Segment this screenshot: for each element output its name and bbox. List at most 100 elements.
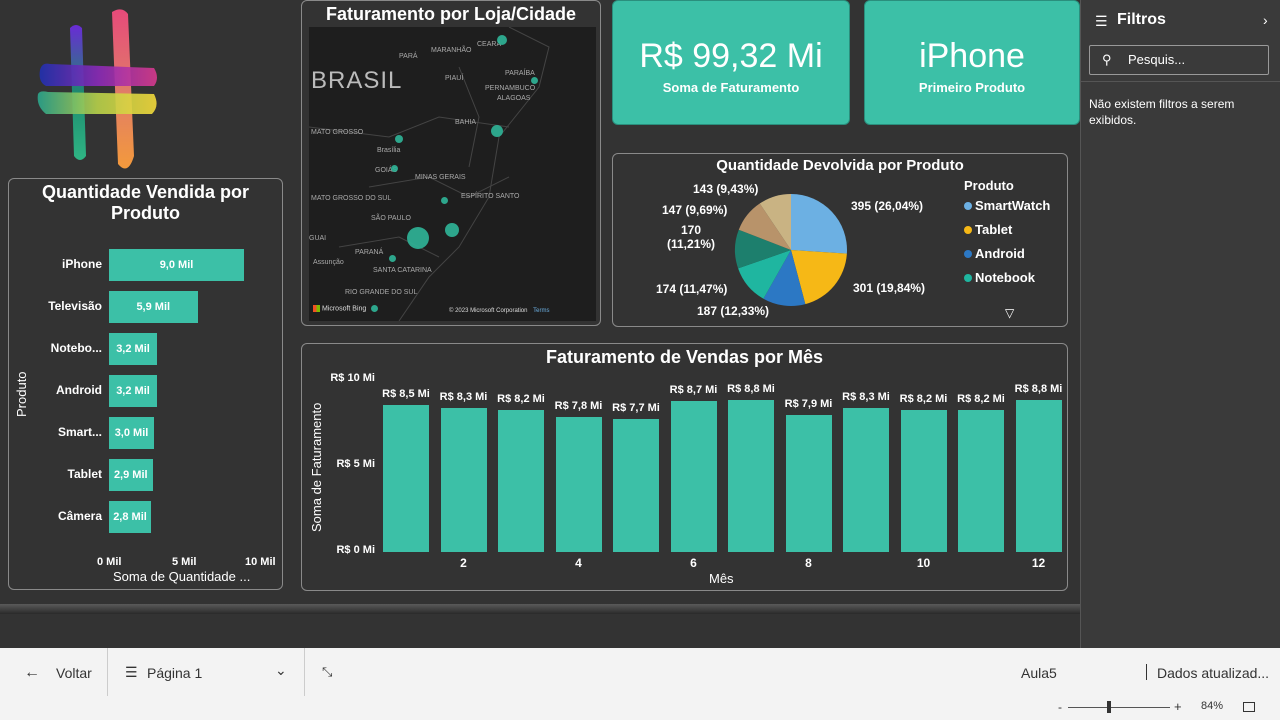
month-chart-title: Faturamento de Vendas por Mês	[545, 347, 824, 367]
month-data-label: R$ 8,8 Mi	[1014, 382, 1063, 395]
qty-bar[interactable]: 2,9 Mil	[109, 459, 153, 491]
map-title: Faturamento por Loja/Cidade	[325, 4, 577, 24]
zoom-slider-thumb[interactable]	[1107, 701, 1111, 713]
qty-bar[interactable]: 3,2 Mil	[109, 375, 157, 407]
kpi-top-value: iPhone	[919, 37, 1025, 75]
map-label: Brasília	[377, 147, 401, 154]
qty-bar[interactable]: 3,2 Mil	[109, 333, 157, 365]
legend-label: Tablet	[975, 222, 1013, 237]
map-canvas[interactable]: BRASIL PARÁ MARANHÃO CEARÁ PARAÍBA PIAUÍ…	[309, 27, 596, 321]
month-bar[interactable]	[843, 408, 889, 552]
copyright-text: © 2023 Microsoft Corporation	[449, 308, 528, 314]
month-bar[interactable]	[728, 399, 774, 552]
qty-x-label: Soma de Quantidade ...	[113, 569, 251, 584]
month-bar[interactable]	[613, 418, 659, 552]
month-bar[interactable]	[670, 401, 717, 552]
month-x-tick: 2	[460, 556, 467, 570]
qty-bar[interactable]: 3,0 Mil	[109, 417, 154, 449]
page-list-icon: ☰	[125, 664, 138, 680]
map-label: Assunção	[313, 259, 344, 266]
pie-legend-item[interactable]: SmartWatch	[964, 198, 1050, 213]
filters-search-input[interactable]: ⚲ Pesquis...	[1089, 45, 1269, 75]
qty-sold-chart[interactable]: Quantidade Vendida por Produto iPhone 9,0…	[8, 178, 283, 590]
pie-legend-item[interactable]: Android	[964, 246, 1025, 261]
legend-label: SmartWatch	[975, 198, 1051, 213]
zoom-out-button[interactable]: -	[1058, 700, 1062, 714]
map-bubble[interactable]	[389, 255, 396, 262]
fit-page-icon[interactable]	[1243, 702, 1255, 712]
map-bubble[interactable]	[395, 135, 403, 143]
month-x-label: Mês	[709, 571, 734, 586]
month-bar[interactable]	[555, 417, 602, 552]
pie-slice[interactable]	[791, 194, 847, 254]
back-button[interactable]: Voltar	[56, 665, 92, 681]
qty-x-tick: 5 Mil	[172, 556, 197, 568]
map-label: PARAÍBA	[505, 70, 535, 77]
month-bar[interactable]	[900, 410, 947, 552]
collapse-pane-icon[interactable]: ›	[1263, 12, 1268, 28]
pie-data-label: 174 (11,47%)	[656, 282, 728, 296]
month-y-tick: R$ 0 Mi	[336, 544, 375, 556]
kpi-total-revenue[interactable]: R$ 99,32 Mi Soma de Faturamento	[612, 0, 850, 125]
kpi-top-product[interactable]: iPhone Primeiro Produto	[864, 0, 1080, 125]
map-label: RIO GRANDE DO SUL	[345, 289, 418, 296]
zoom-slider-track[interactable]	[1068, 707, 1170, 708]
map-bubble[interactable]	[497, 35, 507, 45]
back-arrow-icon[interactable]: ←	[24, 664, 40, 682]
qty-category-label: Televisão	[48, 299, 102, 313]
month-bar[interactable]	[498, 410, 544, 552]
month-bar[interactable]	[383, 404, 429, 552]
zoom-in-button[interactable]: +	[1174, 699, 1182, 714]
month-x-tick: 8	[805, 556, 812, 570]
pie-legend-item[interactable]: Notebook	[964, 270, 1035, 285]
data-updated-text[interactable]: Dados atualizad...	[1157, 665, 1269, 681]
month-data-label: R$ 8,2 Mi	[899, 393, 948, 406]
map-bubble[interactable]	[491, 125, 503, 137]
chevron-down-icon[interactable]: ⌄	[275, 662, 287, 679]
month-x-tick: 4	[575, 556, 582, 570]
month-data-label: R$ 8,3 Mi	[842, 391, 890, 404]
map-label: BAHIA	[455, 119, 477, 126]
map-bubble[interactable]	[391, 165, 398, 172]
qty-bar[interactable]: 9,0 Mil	[109, 249, 244, 281]
returns-pie-chart[interactable]: Quantidade Devolvida por Produto 395 (26…	[612, 153, 1068, 327]
exit-fullscreen-icon[interactable]: ⤡	[322, 664, 332, 680]
map-bubble[interactable]	[371, 305, 378, 312]
bottom-toolbar: ← Voltar ☰ Página 1 ⌄ ⤡ Aula5 Dados atua…	[0, 648, 1280, 720]
kpi-top-label: Primeiro Produto	[918, 80, 1026, 95]
qty-bar[interactable]: 2,8 Mil	[109, 501, 151, 533]
search-icon: ⚲	[1102, 52, 1112, 67]
month-data-label: R$ 8,5 Mi	[382, 387, 430, 400]
month-bar[interactable]	[958, 410, 1004, 552]
legend-scroll-down-icon[interactable]: ▽	[1005, 306, 1014, 320]
qty-x-tick: 0 Mil	[97, 556, 122, 568]
qty-category-label: Câmera	[57, 509, 102, 523]
terms-link[interactable]: Terms	[533, 308, 549, 314]
month-bar[interactable]	[440, 408, 487, 552]
map-chart[interactable]: Faturamento por Loja/Cidade BRASIL PARÁ …	[301, 0, 601, 326]
map-label: SANTA CATARINA	[373, 267, 432, 274]
qty-bar[interactable]: 5,9 Mil	[109, 291, 198, 323]
map-brand: Microsoft Bing	[321, 305, 367, 313]
pie-svg[interactable]	[733, 192, 849, 308]
monthly-revenue-chart[interactable]: Faturamento de Vendas por Mês Soma de Fa…	[301, 343, 1068, 591]
filters-empty-note: Não existem filtros a serem exibidos.	[1089, 97, 1235, 127]
page-selector[interactable]: Página 1	[147, 665, 202, 681]
map-bubble[interactable]	[445, 223, 459, 237]
qty-y-label: Produto	[14, 371, 29, 417]
pie-legend-item[interactable]: Tablet	[964, 222, 1012, 237]
map-bubble[interactable]	[407, 227, 429, 249]
month-bar[interactable]	[1015, 399, 1062, 552]
map-label: ALAGOAS	[497, 95, 531, 102]
map-label: PERNAMBUCO	[485, 85, 536, 92]
pie-data-label: 170 (11,21%)	[667, 223, 716, 251]
map-bubble[interactable]	[441, 197, 448, 204]
legend-dot-icon	[964, 273, 972, 282]
pie-data-label: 395 (26,04%)	[851, 199, 924, 213]
month-bar[interactable]	[785, 415, 832, 552]
microsoft-icon	[313, 305, 320, 312]
qty-category-label: Notebo...	[50, 341, 102, 355]
legend-label: Notebook	[975, 270, 1035, 285]
map-bubble[interactable]	[531, 77, 538, 84]
filters-title: Filtros	[1117, 11, 1166, 28]
